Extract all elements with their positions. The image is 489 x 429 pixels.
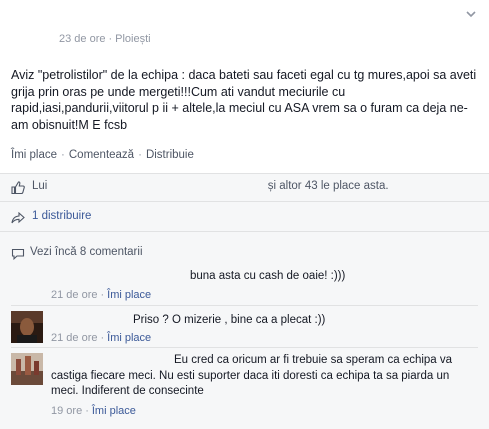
share-link[interactable]: Distribuie <box>146 149 194 161</box>
share-arrow-icon <box>11 211 25 224</box>
comment-text: Priso ? O mizerie , bine ca a plecat :)) <box>133 314 326 326</box>
comment-time[interactable]: 21 de ore <box>51 332 97 344</box>
avatar[interactable] <box>11 353 43 385</box>
action-separator: · <box>61 149 65 161</box>
thumbs-up-icon <box>11 181 25 195</box>
comment-bubble-icon <box>11 247 25 261</box>
post-time[interactable]: 23 de ore <box>59 33 105 45</box>
redacted-names <box>50 180 265 192</box>
comment-like-link[interactable]: Îmi place <box>92 405 136 417</box>
comment-item: Priso ? O mizerie , bine ca a plecat :))… <box>0 307 489 347</box>
post-meta: 23 de ore · Ploiești <box>59 33 151 45</box>
meta-separator: · <box>108 33 113 45</box>
comment-text: Eu cred ca oricum ar fi trebuie sa spera… <box>51 354 453 397</box>
comment-like-link[interactable]: Îmi place <box>107 289 151 301</box>
likes-summary: Lui și altor 43 le place asta. <box>32 180 389 192</box>
comment-time[interactable]: 19 ore <box>51 405 82 417</box>
action-separator: · <box>138 149 142 161</box>
comment-meta: 21 de ore · Îmi place <box>51 332 151 344</box>
meta-separator: · <box>100 289 105 301</box>
likes-row: Lui și altor 43 le place asta. <box>0 173 489 202</box>
chevron-down-icon[interactable] <box>465 8 479 22</box>
comment-divider <box>11 305 478 306</box>
comment-divider <box>11 347 478 348</box>
comment-item: Eu cred ca oricum ar fi trebuie sa spera… <box>0 349 489 428</box>
shares-count[interactable]: 1 distribuire <box>32 210 91 222</box>
meta-separator: · <box>100 332 105 344</box>
comment-meta: 19 ore · Îmi place <box>51 405 136 417</box>
shares-row: 1 distribuire <box>0 202 489 232</box>
avatar[interactable] <box>11 311 43 343</box>
comment-item: buna asta cu cash de oaie! :))) 21 de or… <box>0 265 489 305</box>
more-comments-row[interactable]: Vezi încă 8 comentarii <box>0 242 489 264</box>
comment-time[interactable]: 21 de ore <box>51 289 97 301</box>
comment-text: buna asta cu cash de oaie! :))) <box>190 270 346 282</box>
avatar[interactable] <box>11 267 43 299</box>
likes-suffix[interactable]: și altor 43 le place asta. <box>268 180 389 192</box>
likes-prefix: Lui <box>32 180 48 193</box>
view-more-comments[interactable]: Vezi încă 8 comentarii <box>30 246 143 258</box>
meta-separator: · <box>85 405 89 417</box>
comment-like-link[interactable]: Îmi place <box>107 332 151 344</box>
post-text: Aviz "petrolistilor" de la echipa : daca… <box>11 68 477 132</box>
like-link[interactable]: Îmi place <box>11 149 57 161</box>
post-actions: Îmi place · Comentează · Distribuie <box>11 149 194 161</box>
comment-link[interactable]: Comentează <box>69 149 134 161</box>
post-location[interactable]: Ploiești <box>115 33 150 45</box>
comment-meta: 21 de ore · Îmi place <box>51 289 151 301</box>
facebook-post: 23 de ore · Ploiești Aviz "petrolistilor" … <box>0 0 489 429</box>
